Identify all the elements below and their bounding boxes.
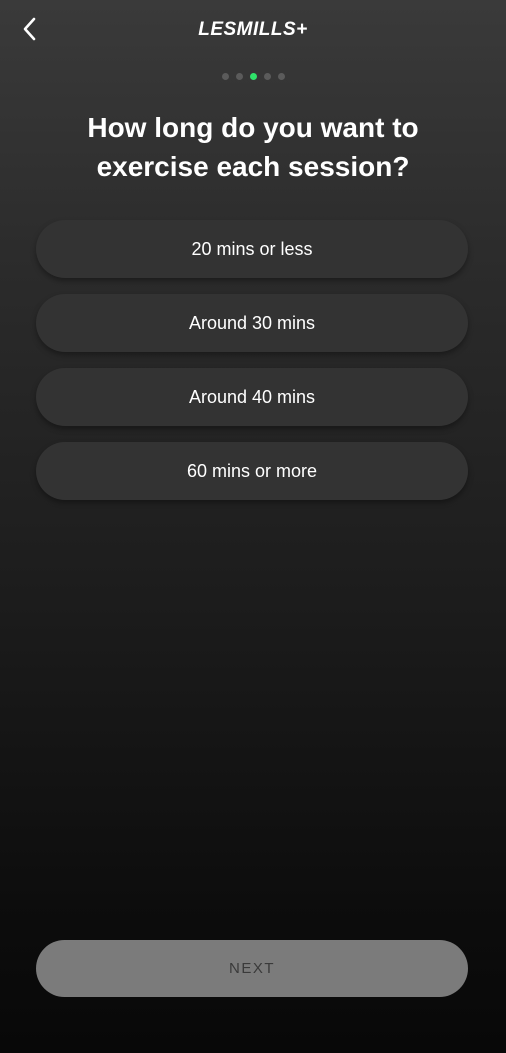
progress-dots [0, 73, 506, 80]
progress-dot [235, 73, 243, 80]
brand-logo: LESMILLS+ [198, 19, 308, 40]
progress-dot-active [249, 73, 257, 80]
progress-dot [221, 73, 229, 80]
duration-options: 20 mins or less Around 30 mins Around 40… [36, 220, 468, 516]
option-60-mins-or-more[interactable]: 60 mins or more [36, 442, 468, 500]
progress-dot [277, 73, 285, 80]
option-around-30-mins[interactable]: Around 30 mins [36, 294, 468, 352]
next-button[interactable]: NEXT [36, 940, 468, 997]
option-around-40-mins[interactable]: Around 40 mins [36, 368, 468, 426]
onboarding-screen: LESMILLS+ How long do you want to exerci… [0, 0, 506, 1053]
progress-dot [263, 73, 271, 80]
option-20-mins-or-less[interactable]: 20 mins or less [36, 220, 468, 278]
question-title: How long do you want to exercise each se… [87, 112, 419, 182]
